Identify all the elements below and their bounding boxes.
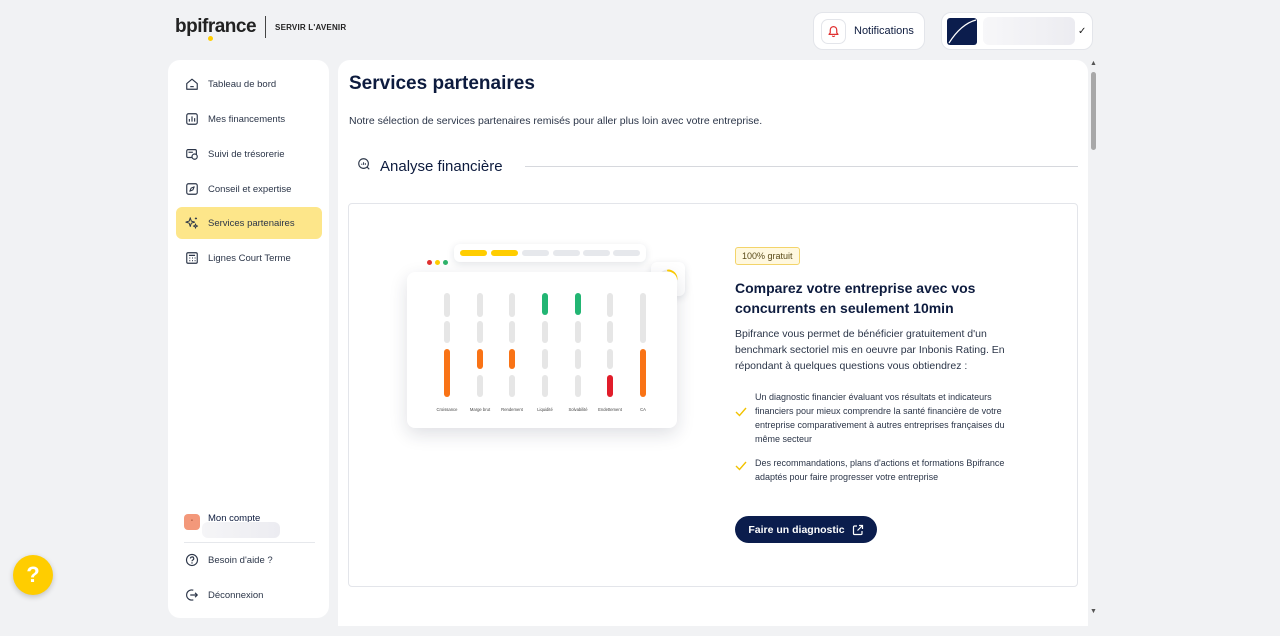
external-link-icon	[852, 524, 863, 535]
sidebar-item-lignes-court-terme[interactable]: Lignes Court Terme	[176, 242, 322, 274]
benefit-text: Un diagnostic financier évaluant vos rés…	[755, 392, 1005, 444]
main-content: Services partenaires Notre sélection de …	[338, 60, 1088, 626]
sidebar-item-conseil-et-expertise[interactable]: Conseil et expertise	[176, 173, 322, 205]
diagnostic-button-label: Faire un diagnostic	[748, 523, 845, 536]
chevron-down-icon: ✓	[1078, 25, 1087, 37]
sidebar: Tableau de bord Mes financements Suivi d…	[168, 60, 329, 618]
company-avatar	[947, 17, 977, 45]
scrollbar-thumb[interactable]	[1091, 72, 1096, 150]
calculator-icon	[185, 251, 199, 265]
section-header: Analyse financière	[357, 157, 503, 176]
sidebar-item-label: Conseil et expertise	[208, 183, 292, 195]
bell-icon	[821, 18, 846, 44]
partner-service-card: Croissance Marge brut Rendement Liquidit…	[348, 203, 1078, 587]
account-name-redacted	[202, 522, 280, 538]
help-label: Besoin d'aide ?	[208, 554, 273, 566]
diagnostic-button[interactable]: Faire un diagnostic	[735, 516, 877, 543]
main-scrollbar[interactable]: ▲ ▼	[1089, 60, 1099, 622]
page-title: Services partenaires	[349, 73, 535, 94]
sparkle-icon	[185, 216, 199, 230]
sidebar-item-label: Lignes Court Terme	[208, 252, 291, 264]
sidebar-item-tableau-de-bord[interactable]: Tableau de bord	[176, 68, 322, 100]
illus-label: Liquidité	[537, 407, 553, 412]
user-menu-button[interactable]: ✓	[941, 12, 1093, 50]
page-subtitle: Notre sélection de services partenaires …	[349, 115, 763, 127]
window-dots	[427, 260, 448, 265]
bpifrance-logo[interactable]: bpifrance SERVIR L'AVENIR	[175, 16, 347, 41]
help-link[interactable]: Besoin d'aide ?	[176, 544, 322, 576]
illus-label: Rendement	[501, 407, 523, 412]
logo-dot	[208, 36, 213, 41]
sidebar-item-label: Mes financements	[208, 113, 286, 125]
sidebar-item-suivi-de-tresorerie[interactable]: Suivi de trésorerie	[176, 138, 322, 170]
scroll-down-arrow-icon[interactable]: ▼	[1090, 608, 1097, 615]
logout-icon	[185, 588, 199, 602]
illus-label: Croissance	[437, 407, 459, 412]
sidebar-divider	[184, 542, 315, 543]
chart-icon	[185, 112, 199, 126]
free-badge: 100% gratuit	[735, 247, 800, 265]
section-divider	[525, 166, 1078, 167]
benefit-item: Des recommandations, plans d'actions et …	[735, 456, 1035, 484]
notifications-label: Notifications	[854, 25, 914, 37]
help-floating-button[interactable]: ?	[13, 555, 53, 595]
analysis-icon	[357, 157, 371, 176]
check-icon	[735, 458, 749, 484]
card-title: Comparez votre entreprise avec vos concu…	[735, 280, 976, 316]
logo-wordmark: bpifrance	[175, 16, 257, 37]
home-icon	[185, 77, 199, 91]
card-description: Bpifrance vous permet de bénéficier grat…	[735, 328, 1005, 372]
treasury-icon	[185, 147, 199, 161]
benefit-item: Un diagnostic financier évaluant vos rés…	[735, 390, 1035, 446]
sidebar-item-label: Services partenaires	[208, 217, 295, 229]
sidebar-item-label: Suivi de trésorerie	[208, 148, 285, 160]
account-avatar[interactable]: ʻ	[184, 514, 200, 530]
illus-label: Marge brut	[470, 407, 491, 412]
scroll-up-arrow-icon[interactable]: ▲	[1090, 60, 1097, 67]
logo-tagline: SERVIR L'AVENIR	[275, 22, 347, 32]
benefit-text: Des recommandations, plans d'actions et …	[755, 458, 1005, 482]
question-circle-icon	[185, 553, 199, 567]
section-title: Analyse financière	[380, 158, 503, 175]
notifications-button[interactable]: Notifications	[813, 12, 925, 50]
sidebar-item-label: Tableau de bord	[208, 78, 277, 90]
user-name-redacted	[983, 17, 1075, 45]
illus-label: Endettement	[598, 407, 623, 412]
check-icon	[735, 404, 749, 446]
compass-icon	[185, 182, 199, 196]
logout-label: Déconnexion	[208, 589, 264, 601]
benchmark-illustration: Croissance Marge brut Rendement Liquidit…	[407, 272, 677, 428]
illustration-progress-bar	[454, 244, 646, 262]
illus-label: CA	[640, 407, 646, 412]
sidebar-item-services-partenaires[interactable]: Services partenaires	[176, 207, 322, 239]
illus-label: Solvabilité	[568, 407, 588, 412]
logo-separator	[265, 16, 267, 38]
logout-link[interactable]: Déconnexion	[176, 579, 322, 611]
sidebar-item-mes-financements[interactable]: Mes financements	[176, 103, 322, 135]
